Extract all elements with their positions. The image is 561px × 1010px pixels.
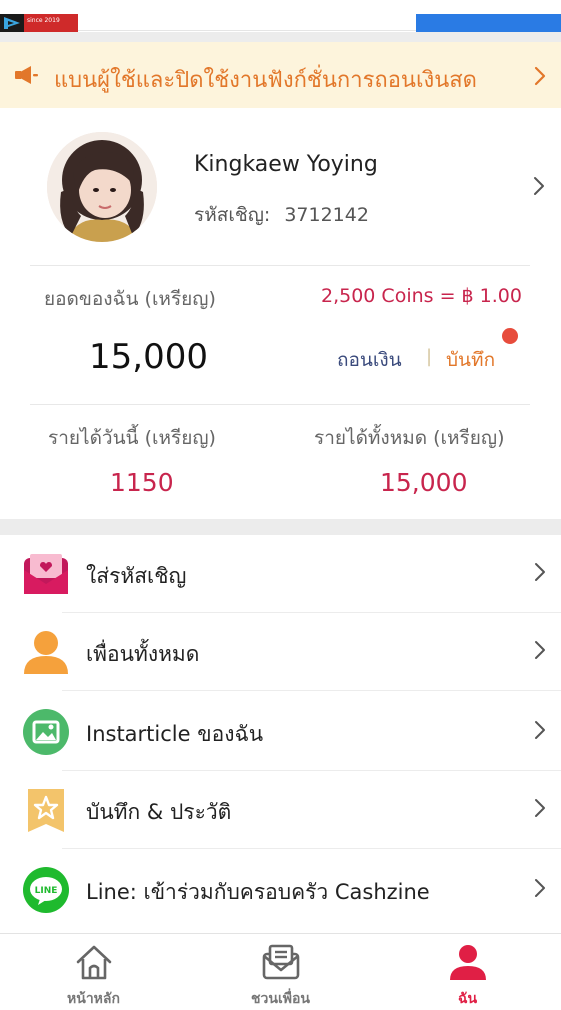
balance-label: ยอดของฉัน (เหรียญ) (44, 288, 216, 310)
exchange-rate: 2,500 Coins = ฿ 1.00 (321, 285, 522, 307)
menu-item-all-friends[interactable]: เพื่อนทั้งหมด (0, 613, 561, 691)
balance-value: 15,000 (89, 337, 208, 377)
strip-divider (78, 30, 416, 31)
avatar-photo-icon (47, 132, 157, 242)
total-earnings-value: 15,000 (380, 468, 468, 497)
chevron-right-icon (534, 66, 546, 86)
profile-name: Kingkaew Yoying (194, 152, 378, 177)
withdraw-link[interactable]: ถอนเงิน (337, 345, 402, 375)
bottom-nav: หน้าหลัก ชวนเพื่อน ฉัน (0, 933, 561, 1010)
menu-item-line-join[interactable]: LINE Line: เข้าร่วมกับครอบครัว Cashzine (0, 851, 561, 929)
menu-item-label: บันทึก & ประวัติ (86, 800, 232, 824)
line-icon: LINE (23, 867, 69, 913)
invite-mail-icon (262, 944, 299, 980)
menu-divider (62, 690, 561, 691)
link-separator: | (426, 346, 433, 367)
nav-label: ฉัน (457, 991, 478, 1007)
notice-text: แบนผู้ใช้และปิดใช้งานฟังก์ชั่นการถอนเงิน… (54, 68, 477, 93)
chevron-right-icon (535, 563, 545, 581)
record-link[interactable]: บันทึก (446, 345, 495, 375)
invite-code-value: 3712142 (284, 204, 369, 226)
nav-label: ชวนเพื่อน (251, 991, 310, 1007)
menu-item-records-history[interactable]: บันทึก & ประวัติ (0, 771, 561, 849)
invite-code-line: รหัสเชิญ: 3712142 (194, 200, 369, 230)
divider (30, 404, 530, 405)
chevron-right-icon (535, 879, 545, 897)
section-gap (0, 32, 561, 42)
nav-home[interactable]: หน้าหลัก (0, 934, 187, 1010)
menu-divider (62, 848, 561, 849)
divider (30, 265, 530, 266)
menu-item-label: Line: เข้าร่วมกับครอบครัว Cashzine (86, 880, 430, 904)
menu-item-my-instarticle[interactable]: Instarticle ของฉัน (0, 693, 561, 771)
svg-text:LINE: LINE (35, 886, 58, 896)
nav-label: หน้าหลัก (67, 991, 120, 1007)
invite-envelope-icon (24, 554, 68, 594)
chevron-right-icon (535, 721, 545, 739)
menu-item-label: เพื่อนทั้งหมด (86, 642, 200, 666)
chevron-right-icon (534, 177, 544, 195)
speaker-icon (15, 66, 38, 84)
status-bar-block (416, 14, 561, 32)
star-bookmark-icon (28, 789, 64, 832)
friend-person-icon (24, 631, 68, 674)
me-person-icon (449, 945, 486, 980)
chevron-right-icon (535, 799, 545, 817)
image-icon (23, 709, 69, 755)
profile-card[interactable]: Kingkaew Yoying รหัสเชิญ: 3712142 (0, 108, 561, 268)
total-earnings-label: รายได้ทั้งหมด (เหรียญ) (314, 427, 505, 449)
menu-item-invite-code[interactable]: ใส่รหัสเชิญ (0, 535, 561, 613)
chevron-right-icon (535, 641, 545, 659)
menu-item-label: ใส่รหัสเชิญ (86, 564, 187, 588)
nav-invite-friends[interactable]: ชวนเพื่อน (187, 934, 374, 1010)
avatar[interactable] (47, 132, 157, 242)
notification-dot (502, 328, 518, 344)
notice-banner[interactable]: แบนผู้ใช้และปิดใช้งานฟังก์ชั่นการถอนเงิน… (0, 42, 561, 108)
home-icon (76, 945, 111, 980)
today-earnings-value: 1150 (110, 468, 174, 497)
app-logo-text: since 2019 (27, 17, 60, 24)
app-logo-icon (0, 14, 24, 32)
top-strip: since 2019 (0, 0, 561, 32)
menu-item-label: Instarticle ของฉัน (86, 722, 264, 746)
section-gap (0, 519, 561, 535)
nav-me[interactable]: ฉัน (374, 934, 561, 1010)
today-earnings-label: รายได้วันนี้ (เหรียญ) (48, 427, 216, 449)
invite-code-label: รหัสเชิญ: (194, 204, 271, 226)
